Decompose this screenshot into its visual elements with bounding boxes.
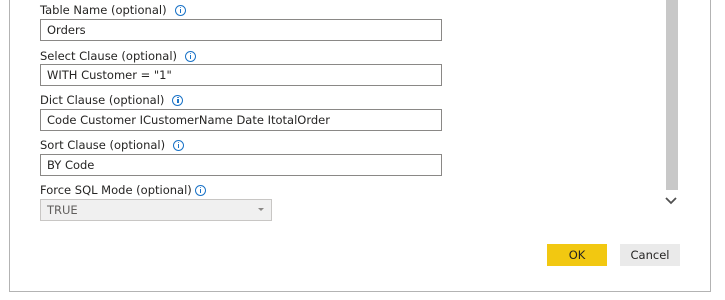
info-icon[interactable]: [194, 184, 206, 196]
info-icon[interactable]: [185, 50, 196, 62]
sort-clause-input[interactable]: BY Code: [40, 154, 442, 176]
info-icon[interactable]: [174, 4, 186, 16]
sort-clause-label: Sort Clause (optional): [40, 138, 185, 152]
table-name-label-text: Table Name (optional): [40, 3, 167, 17]
ok-button[interactable]: OK: [547, 244, 607, 266]
scrollbar-thumb[interactable]: [666, 0, 678, 190]
dict-clause-label-text: Dict Clause (optional): [40, 93, 165, 107]
scroll-down-icon[interactable]: [664, 195, 678, 207]
select-clause-input[interactable]: WITH Customer = "1": [40, 64, 442, 86]
info-icon[interactable]: [173, 139, 185, 151]
dict-clause-label: Dict Clause (optional): [40, 93, 184, 107]
info-icon[interactable]: [172, 94, 184, 106]
select-clause-label-text: Select Clause (optional): [40, 49, 177, 63]
cancel-button[interactable]: Cancel: [620, 244, 680, 266]
force-sql-mode-label-text: Force SQL Mode (optional): [40, 183, 192, 197]
dict-clause-input[interactable]: Code Customer ICustomerName Date ItotalO…: [40, 109, 442, 131]
force-sql-mode-select[interactable]: TRUE: [40, 199, 272, 221]
table-name-input[interactable]: Orders: [40, 19, 442, 41]
chevron-down-icon: [258, 208, 264, 211]
select-clause-label: Select Clause (optional): [40, 49, 196, 63]
sort-clause-label-text: Sort Clause (optional): [40, 138, 166, 152]
table-name-label: Table Name (optional): [40, 3, 186, 17]
force-sql-mode-label: Force SQL Mode (optional): [40, 183, 206, 197]
force-sql-mode-value: TRUE: [47, 203, 78, 217]
